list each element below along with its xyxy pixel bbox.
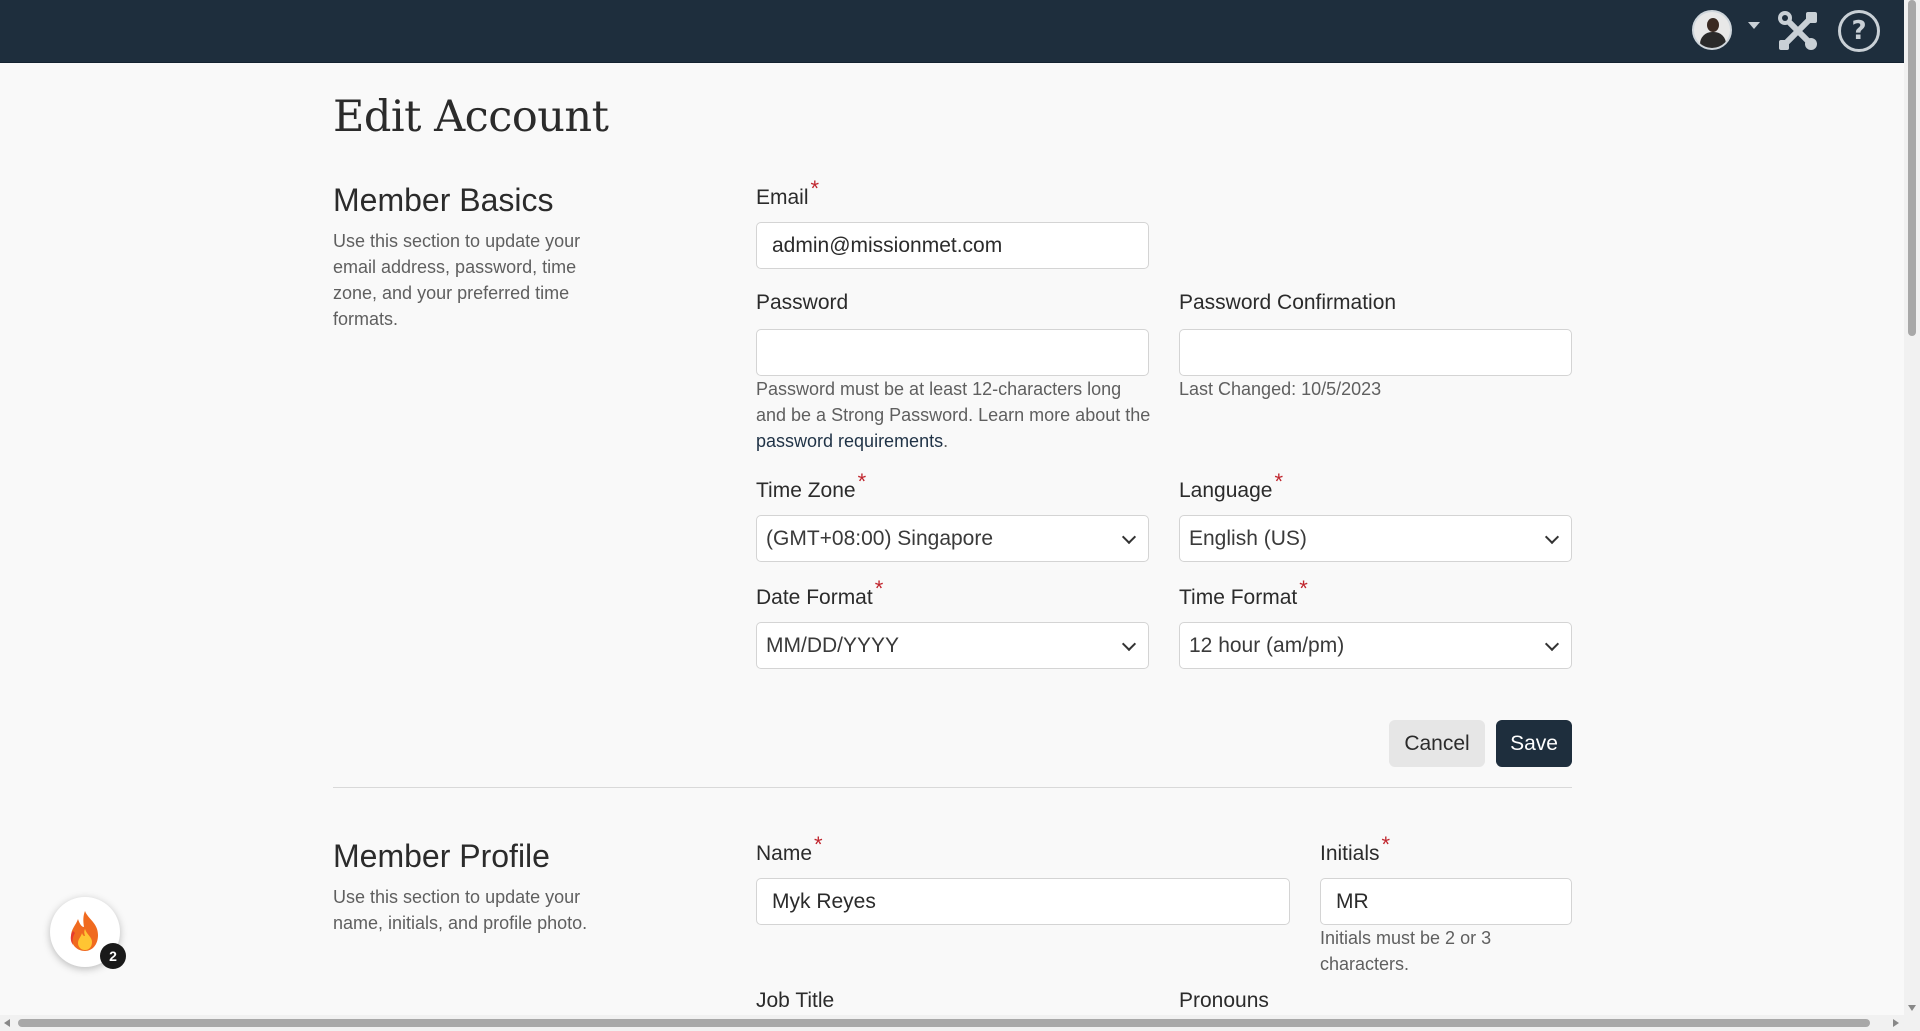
initials-help-text: Initials must be 2 or 3 characters. — [1320, 928, 1492, 974]
required-marker: * — [1381, 832, 1391, 857]
language-value: English (US) — [1189, 527, 1307, 550]
cancel-button[interactable]: Cancel — [1389, 720, 1485, 767]
time-format-value: 12 hour (am/pm) — [1189, 634, 1345, 657]
last-changed-text: Last Changed: 10/5/2023 — [1179, 379, 1382, 399]
member-basics-description: Use this section to update your email ad… — [333, 231, 581, 329]
email-label: Email* — [756, 176, 819, 210]
time-zone-select[interactable]: (GMT+08:00) Singapore — [756, 515, 1149, 562]
password-input[interactable] — [756, 329, 1149, 376]
avatar-body — [1700, 32, 1726, 48]
vertical-scrollbar[interactable] — [1904, 0, 1920, 1031]
chevron-down-icon — [1544, 529, 1560, 545]
horizontal-scrollbar-thumb[interactable] — [18, 1019, 1870, 1027]
scroll-down-arrow-icon[interactable] — [1908, 1005, 1916, 1011]
language-label: Language* — [1179, 469, 1283, 503]
pronouns-label: Pronouns — [1179, 989, 1269, 1013]
help-icon[interactable]: ? — [1838, 10, 1880, 52]
password-confirmation-label-text: Password Confirmation — [1179, 291, 1397, 314]
time-format-label-text: Time Format — [1179, 586, 1298, 609]
date-format-label-text: Date Format — [756, 586, 873, 609]
section-divider — [333, 787, 1572, 788]
avatar[interactable] — [1692, 10, 1732, 50]
chevron-down-icon — [1544, 636, 1560, 652]
date-format-label: Date Format* — [756, 576, 883, 610]
password-label: Password — [756, 291, 848, 315]
language-select[interactable]: English (US) — [1179, 515, 1572, 562]
page-title: Edit Account — [333, 92, 609, 142]
chevron-down-icon — [1121, 636, 1137, 652]
email-input[interactable]: admin@missionmet.com — [756, 222, 1149, 269]
avatar-head — [1707, 18, 1719, 32]
password-help-end: . — [943, 431, 949, 451]
required-marker: * — [810, 176, 820, 201]
initials-label-text: Initials — [1320, 842, 1380, 865]
job-title-label-text: Job Title — [756, 989, 835, 1012]
email-label-text: Email — [756, 186, 809, 209]
time-format-select[interactable]: 12 hour (am/pm) — [1179, 622, 1572, 669]
required-marker: * — [814, 832, 823, 857]
tools-icon[interactable] — [1776, 9, 1820, 53]
name-label: Name* — [756, 832, 823, 866]
notification-badge: 2 — [100, 943, 126, 969]
password-help-body: Password must be at least 12-characters … — [756, 379, 1151, 425]
date-format-value: MM/DD/YYYY — [766, 634, 900, 657]
time-format-label: Time Format* — [1179, 576, 1308, 610]
time-zone-label: Time Zone* — [756, 469, 866, 503]
flame-icon — [70, 911, 98, 951]
scroll-left-arrow-icon[interactable] — [4, 1019, 10, 1027]
password-confirmation-label: Password Confirmation — [1179, 291, 1396, 315]
password-requirements-link[interactable]: password requirements — [756, 431, 943, 451]
date-format-select[interactable]: MM/DD/YYYY — [756, 622, 1149, 669]
initials-input[interactable]: MR — [1320, 878, 1572, 925]
top-header: ? — [0, 0, 1904, 63]
job-title-label: Job Title — [756, 989, 834, 1013]
chevron-down-icon — [1121, 529, 1137, 545]
vertical-scrollbar-thumb[interactable] — [1908, 0, 1916, 336]
pronouns-label-text: Pronouns — [1179, 989, 1269, 1012]
scroll-right-arrow-icon[interactable] — [1893, 1019, 1899, 1027]
required-marker: * — [857, 469, 867, 494]
name-label-text: Name — [756, 842, 813, 865]
member-basics-title: Member Basics — [333, 182, 554, 218]
required-marker: * — [1299, 576, 1308, 601]
save-button[interactable]: Save — [1496, 720, 1572, 767]
time-zone-label-text: Time Zone — [756, 479, 856, 502]
flame-fab-button[interactable]: 2 — [50, 897, 126, 969]
required-marker: * — [1274, 469, 1283, 494]
required-marker: * — [874, 576, 884, 601]
time-zone-value: (GMT+08:00) Singapore — [766, 527, 994, 550]
chevron-down-icon[interactable] — [1748, 22, 1760, 29]
password-confirmation-input[interactable] — [1179, 329, 1572, 376]
member-profile-description: Use this section to update your name, in… — [333, 887, 588, 933]
member-profile-title: Member Profile — [333, 838, 550, 874]
password-label-text: Password — [756, 291, 849, 314]
initials-label: Initials* — [1320, 832, 1390, 866]
name-input[interactable]: Myk Reyes — [756, 878, 1290, 925]
password-help-text: Password must be at least 12-characters … — [756, 376, 1156, 454]
horizontal-scrollbar[interactable] — [0, 1015, 1904, 1031]
language-label-text: Language — [1179, 479, 1273, 502]
